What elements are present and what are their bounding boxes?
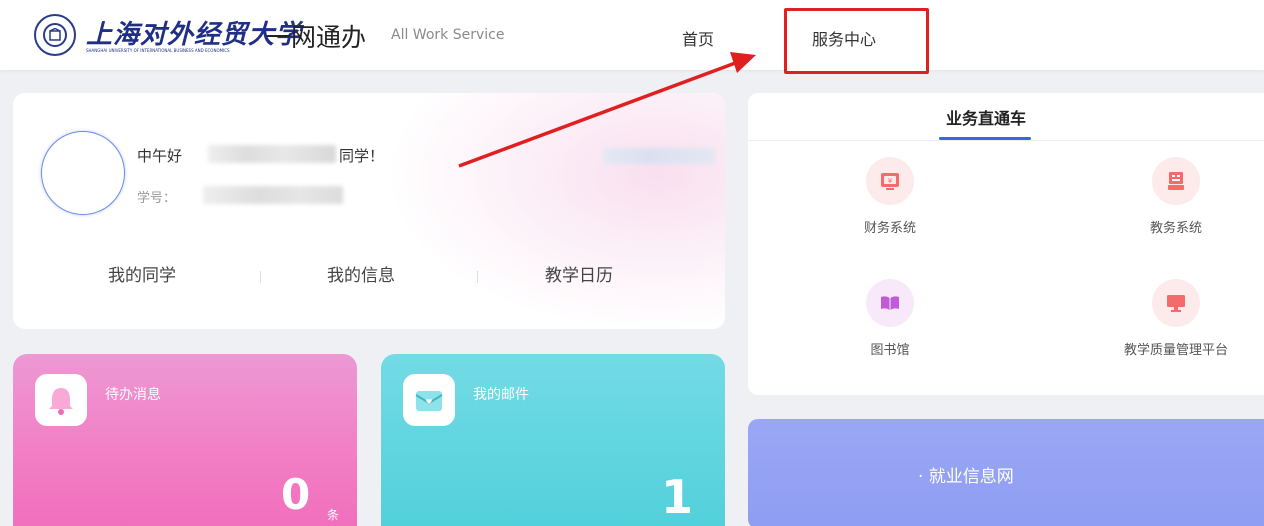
- todo-unit: 条: [327, 508, 340, 522]
- redacted-name: [208, 145, 336, 163]
- university-seal-logo[interactable]: [34, 14, 76, 56]
- seal-inner: [43, 23, 67, 47]
- greeting-suffix: 同学！: [339, 147, 385, 165]
- employment-info-label[interactable]: · 就业信息网: [918, 462, 1014, 487]
- todo-title: 待办消息: [105, 387, 161, 403]
- top-header: 上海对外经贸大学 SHANGHAI UNIVERSITY OF INTERNAT…: [0, 0, 1264, 74]
- finance-icon[interactable]: ¥: [866, 157, 914, 205]
- mail-title: 我的邮件: [473, 387, 529, 403]
- academic-system-label[interactable]: 教务系统: [1128, 217, 1224, 236]
- library-label[interactable]: 图书馆: [842, 339, 938, 358]
- library-icon[interactable]: [866, 279, 914, 327]
- university-english-name: SHANGHAI UNIVERSITY OF INTERNATIONAL BUS…: [86, 48, 230, 53]
- avatar[interactable]: [41, 131, 125, 215]
- finance-system-label[interactable]: 财务系统: [842, 217, 938, 236]
- todo-messages-card[interactable]: 待办消息 0 条: [13, 354, 357, 526]
- card-background-glow: [365, 93, 725, 329]
- quick-access-title[interactable]: 业务直通车: [938, 105, 1034, 129]
- academic-icon[interactable]: [1152, 157, 1200, 205]
- divider: [748, 140, 1264, 141]
- nav-service-center[interactable]: 服务中心: [812, 26, 876, 50]
- my-mail-card[interactable]: 我的邮件 1: [381, 354, 725, 526]
- bell-icon: [35, 374, 87, 426]
- svg-text:¥: ¥: [888, 177, 893, 185]
- divider: [477, 271, 478, 283]
- nav-home[interactable]: 首页: [682, 26, 714, 50]
- greeting-text: 中午好: [137, 147, 183, 165]
- redacted-student-id: [203, 186, 343, 204]
- my-classmates-link[interactable]: 我的同学: [108, 261, 176, 286]
- mail-icon: [403, 374, 455, 426]
- my-info-link[interactable]: 我的信息: [327, 261, 395, 286]
- todo-count: 0: [281, 470, 311, 519]
- divider: [260, 271, 261, 283]
- app-subtitle: All Work Service: [391, 27, 505, 43]
- mail-count: 1: [661, 470, 694, 524]
- quality-icon[interactable]: [1152, 279, 1200, 327]
- teaching-quality-label[interactable]: 教学质量管理平台: [1112, 339, 1240, 358]
- student-id-label: 学号：: [137, 191, 177, 206]
- quick-access-panel: 业务直通车 ¥ 财务系统 教务系统 图书馆 教学质量管理平台: [748, 93, 1264, 395]
- redacted-info: [603, 148, 715, 164]
- app-title: 一网通办: [266, 23, 367, 52]
- teaching-calendar-link[interactable]: 教学日历: [545, 261, 613, 286]
- profile-card: 中午好 同学！ 学号： 我的同学 我的信息 教学日历: [13, 93, 725, 329]
